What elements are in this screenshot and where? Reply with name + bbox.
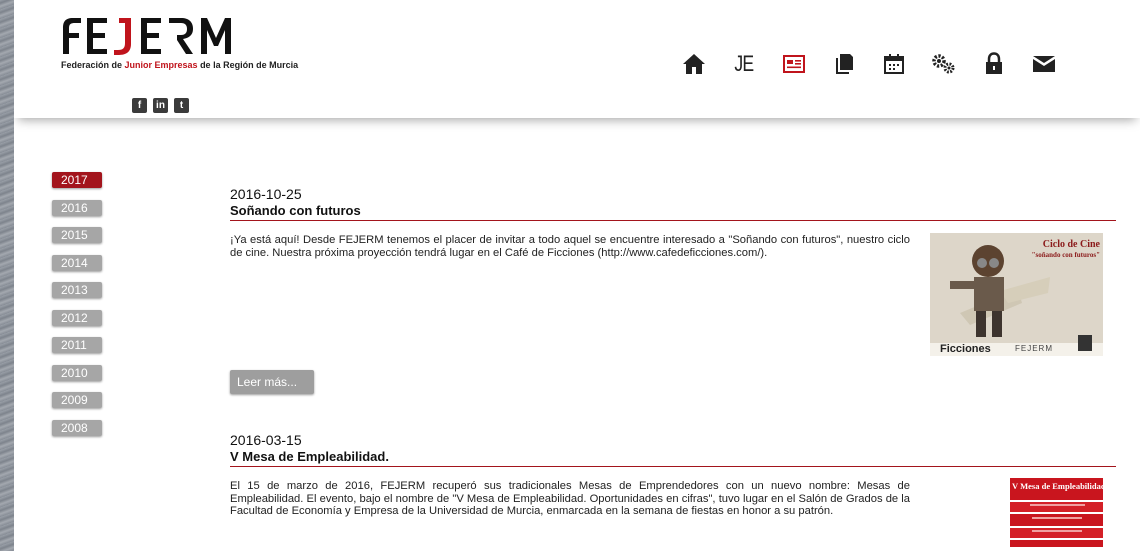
poster-heading: Ciclo de Cine: [1042, 239, 1100, 250]
gears-icon: [932, 54, 955, 74]
year-item-2011[interactable]: 2011: [52, 337, 102, 353]
article-date: 2016-10-25: [230, 186, 302, 202]
social-links: f in t: [132, 98, 189, 113]
nav-login[interactable]: [969, 46, 1019, 82]
poster-heading: V Mesa de Empleabilidad: [1012, 481, 1103, 491]
year-item-2008[interactable]: 2008: [52, 419, 102, 436]
year-item-2013[interactable]: 2013: [52, 282, 102, 298]
mail-icon: [1033, 56, 1055, 72]
logo-tagline: Federación de Junior Empresas de la Regi…: [61, 60, 299, 70]
article-thumbnail[interactable]: Ciclo de Cine "soñando con futuros" Ficc…: [930, 233, 1103, 356]
read-more-button[interactable]: Leer más...: [230, 370, 314, 394]
newspaper-icon: [783, 55, 805, 73]
year-item-2010[interactable]: 2010: [52, 364, 102, 381]
article-date: 2016-03-15: [230, 432, 302, 448]
news-article: 2016-03-15 V Mesa de Empleabilidad. El 1…: [230, 432, 1116, 547]
linkedin-icon[interactable]: in: [153, 98, 168, 113]
nav-home[interactable]: [669, 46, 719, 82]
header: Federación de Junior Empresas de la Regi…: [14, 0, 1140, 118]
je-icon: JE: [734, 51, 755, 76]
background-texture: [0, 0, 14, 551]
nav-news[interactable]: [769, 46, 819, 82]
article-title[interactable]: Soñando con futuros: [230, 203, 1116, 221]
nav-junior-empresas[interactable]: JE: [719, 46, 769, 82]
article-thumbnail[interactable]: V Mesa de Empleabilidad: [1010, 472, 1103, 547]
article-body: El 15 de marzo de 2016, FEJERM recuperó …: [230, 480, 910, 517]
calendar-icon: [884, 54, 904, 74]
article-title[interactable]: V Mesa de Empleabilidad.: [230, 449, 1116, 467]
poster-subheading: "soñando con futuros": [1031, 251, 1100, 259]
year-item-2017[interactable]: 2017: [52, 172, 102, 188]
nav-documents[interactable]: [819, 46, 869, 82]
year-item-2009[interactable]: 2009: [52, 392, 102, 408]
twitter-icon[interactable]: t: [174, 98, 189, 113]
news-article: 2016-10-25 Soñando con futuros ¡Ya está …: [230, 186, 1116, 394]
poster-logo: FEJERM: [1015, 344, 1053, 353]
nav-calendar[interactable]: [869, 46, 919, 82]
article-body: ¡Ya está aquí! Desde FEJERM tenemos el p…: [230, 234, 910, 259]
logo-mark: [63, 18, 231, 55]
year-item-2014[interactable]: 2014: [52, 254, 102, 271]
lock-icon: [986, 52, 1002, 74]
year-item-2015[interactable]: 2015: [52, 227, 102, 243]
poster-brand: Ficciones: [940, 343, 991, 355]
year-item-2012[interactable]: 2012: [52, 309, 102, 326]
main-nav: JE: [669, 46, 1069, 82]
facebook-icon[interactable]: f: [132, 98, 147, 113]
nav-services[interactable]: [919, 46, 969, 82]
page: Federación de Junior Empresas de la Regi…: [14, 0, 1140, 551]
year-list: 2017 2016 2015 2014 2013 2012 2011 2010 …: [52, 172, 102, 447]
documents-icon: [836, 54, 853, 74]
year-item-2016[interactable]: 2016: [52, 199, 102, 216]
nav-contact[interactable]: [1019, 46, 1069, 82]
home-icon: [683, 54, 705, 74]
